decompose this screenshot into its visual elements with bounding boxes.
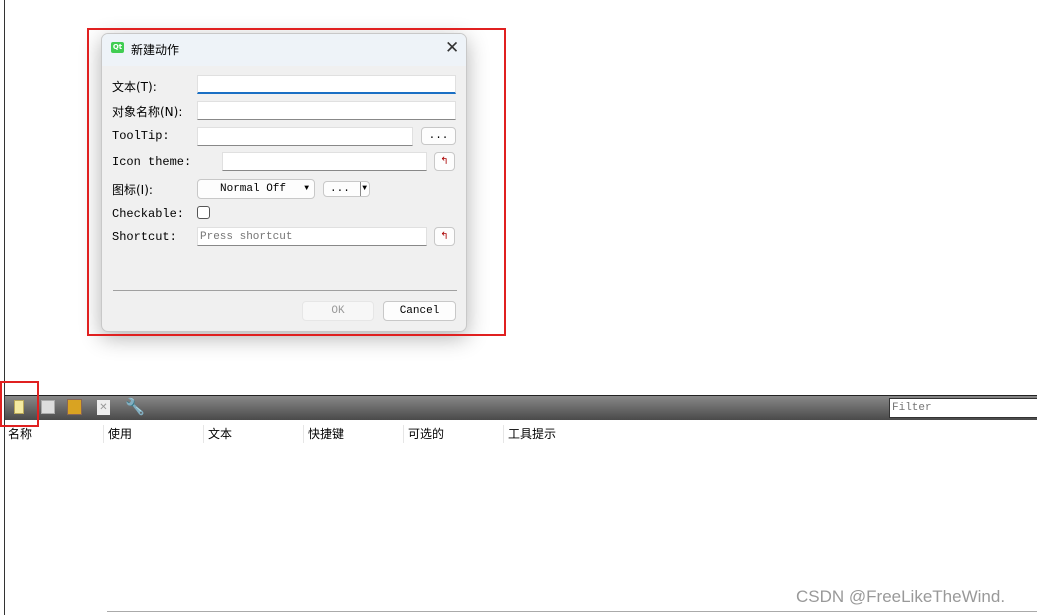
copy-icon[interactable]	[41, 400, 55, 414]
filter-input[interactable]	[889, 398, 1037, 418]
column-header[interactable]: 快捷键	[304, 425, 404, 443]
highlight-box	[0, 381, 39, 427]
paste-icon[interactable]	[67, 399, 82, 415]
column-header[interactable]: 可选的	[404, 425, 504, 443]
scrollbar[interactable]	[107, 611, 1037, 612]
action-editor-toolbar: ✕ 🔧	[5, 395, 1037, 420]
column-header[interactable]: 使用	[104, 425, 204, 443]
column-header[interactable]: 名称	[4, 425, 104, 443]
watermark: CSDN @FreeLikeTheWind.	[796, 587, 1006, 606]
divider	[4, 0, 5, 615]
column-header[interactable]: 文本	[204, 425, 304, 443]
delete-icon[interactable]: ✕	[97, 400, 110, 415]
column-header[interactable]: 工具提示	[504, 425, 604, 443]
highlight-box	[87, 28, 506, 336]
configure-icon[interactable]: 🔧	[125, 397, 145, 416]
